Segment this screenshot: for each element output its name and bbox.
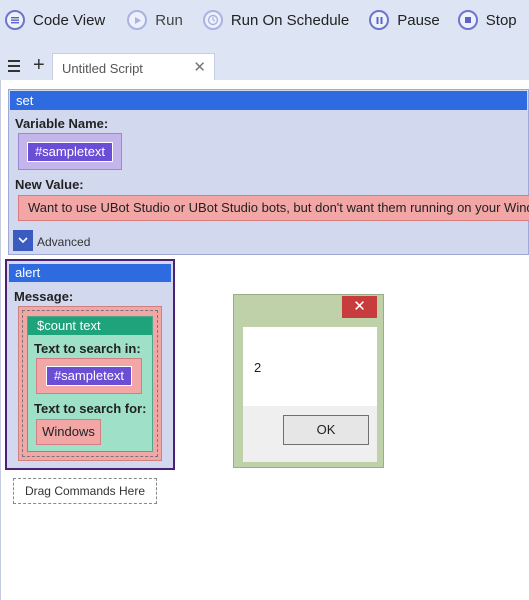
new-value-field[interactable]: Want to use UBot Studio or UBot Studio b… (18, 195, 529, 221)
dialog-message: 2 (254, 360, 262, 375)
count-text-block[interactable]: $count text Text to search in: #samplete… (27, 316, 153, 452)
stop-icon (457, 10, 478, 30)
dialog-close-button[interactable]: ✕ (342, 296, 377, 318)
search-in-chip[interactable]: #sampletext (46, 366, 132, 386)
toolbar: Code View Run Run On Schedule Pause Stop (0, 0, 529, 40)
drag-commands-drop-zone[interactable]: Drag Commands Here (13, 478, 157, 504)
variable-name-label: Variable Name: (15, 116, 109, 131)
set-block-header[interactable]: set (10, 91, 527, 110)
close-icon[interactable]: ✕ (193, 58, 206, 76)
stop-button[interactable]: Stop (457, 10, 517, 30)
advanced-label: Advanced (37, 235, 91, 249)
run-button[interactable]: Run (127, 10, 183, 30)
search-in-label: Text to search in: (34, 341, 141, 356)
dialog-body: 2 (243, 327, 377, 406)
alert-dialog: ✕ 2 OK (233, 294, 384, 468)
pause-button[interactable]: Pause (369, 10, 440, 30)
pause-icon (369, 10, 390, 30)
message-label: Message: (14, 289, 74, 304)
run-on-schedule-label: Run On Schedule (230, 11, 350, 29)
run-label: Run (155, 11, 183, 29)
message-slot[interactable]: $count text Text to search in: #samplete… (18, 306, 162, 461)
ok-button[interactable]: OK (283, 415, 369, 445)
search-in-slot[interactable]: #sampletext (36, 358, 142, 394)
pause-label: Pause (397, 11, 440, 29)
play-icon (127, 10, 148, 30)
code-view-button[interactable]: Code View (5, 10, 105, 30)
code-view-label: Code View (33, 11, 106, 29)
dialog-footer: OK (243, 406, 377, 462)
message-drop-zone: $count text Text to search in: #samplete… (22, 310, 158, 457)
advanced-toggle-button[interactable] (13, 230, 33, 251)
run-on-schedule-button[interactable]: Run On Schedule (202, 10, 350, 30)
search-for-field[interactable]: Windows (36, 419, 101, 445)
search-for-label: Text to search for: (34, 401, 147, 416)
variable-name-slot[interactable]: #sampletext (18, 133, 122, 170)
chevron-down-icon (18, 237, 28, 244)
alert-block-header[interactable]: alert (9, 264, 171, 282)
hamburger-menu-icon[interactable] (8, 60, 20, 75)
code-view-icon (5, 10, 25, 30)
tab-untitled-script[interactable]: Untitled Script ✕ (52, 53, 215, 80)
tab-title: Untitled Script (62, 61, 143, 76)
count-text-header[interactable]: $count text (28, 317, 152, 335)
alert-command-block[interactable]: alert Message: $count text Text to searc… (5, 259, 175, 470)
clock-icon (202, 10, 223, 30)
add-tab-button[interactable]: + (33, 55, 45, 75)
stop-label: Stop (485, 11, 517, 29)
tab-bar: + Untitled Script ✕ (0, 40, 529, 80)
new-value-label: New Value: (15, 177, 84, 192)
set-command-block[interactable]: set Variable Name: #sampletext New Value… (8, 89, 529, 255)
variable-chip[interactable]: #sampletext (27, 142, 113, 162)
